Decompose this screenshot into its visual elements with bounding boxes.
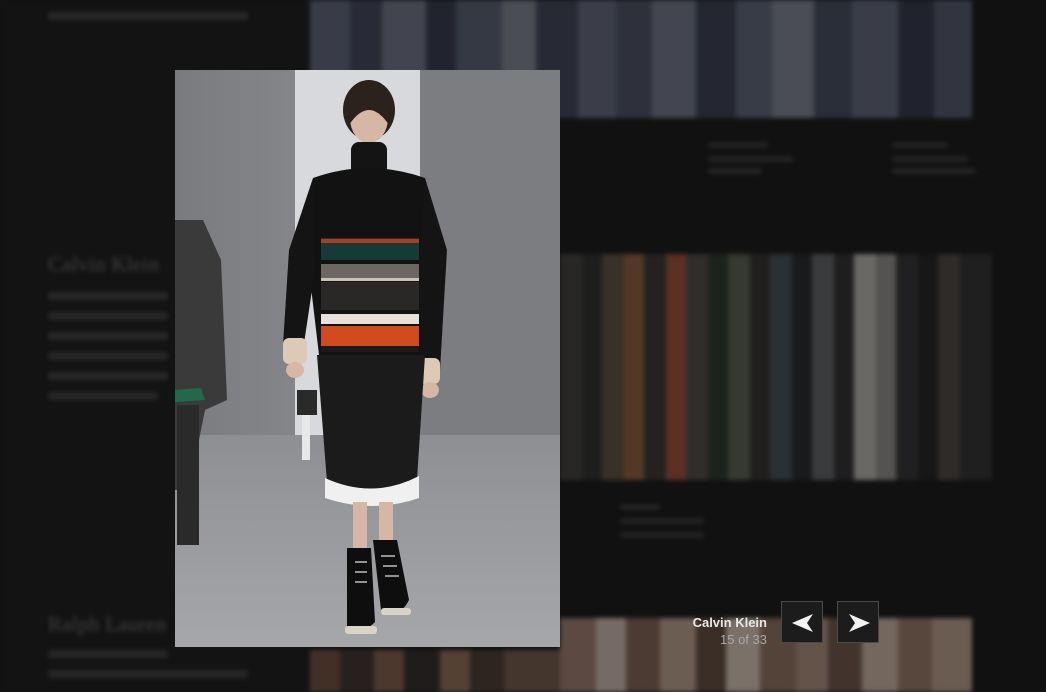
slideshow-page: Calvin Klein Ralph Lauren Calvin Klein 1… — [0, 0, 1046, 692]
slideshow-photo — [175, 70, 560, 647]
background-text-line — [48, 312, 168, 320]
background-photo-strip — [560, 618, 992, 692]
slide-caption: Calvin Klein 15 of 33 — [693, 614, 767, 648]
runway-model-photo — [175, 70, 560, 647]
slide-counter: 15 of 33 — [720, 632, 767, 647]
background-text-line — [48, 12, 248, 20]
right-arrow-icon — [849, 614, 870, 632]
background-caption-line — [708, 156, 794, 162]
background-caption-line — [892, 142, 948, 148]
slide-designer-name: Calvin Klein — [692, 615, 767, 630]
background-text-line — [48, 670, 248, 678]
background-photo-strip — [560, 254, 992, 480]
background-caption-line — [892, 168, 976, 174]
background-photo-strip — [310, 650, 560, 692]
background-caption-line — [892, 156, 968, 162]
previous-slide-button[interactable] — [781, 601, 823, 643]
background-text-line — [48, 332, 168, 340]
background-caption-line — [620, 532, 704, 538]
background-caption-line — [708, 168, 762, 174]
background-text-line — [48, 292, 168, 300]
background-heading: Ralph Lauren — [48, 612, 167, 636]
background-text-line — [48, 392, 158, 400]
left-arrow-icon — [792, 614, 813, 632]
next-slide-button[interactable] — [837, 601, 879, 643]
background-text-line — [48, 352, 168, 360]
background-caption-line — [708, 142, 768, 148]
background-caption-line — [620, 504, 660, 510]
background-caption-line — [620, 518, 704, 524]
background-text-line — [48, 650, 168, 658]
background-text-line — [48, 372, 168, 380]
background-heading: Calvin Klein — [48, 252, 160, 276]
